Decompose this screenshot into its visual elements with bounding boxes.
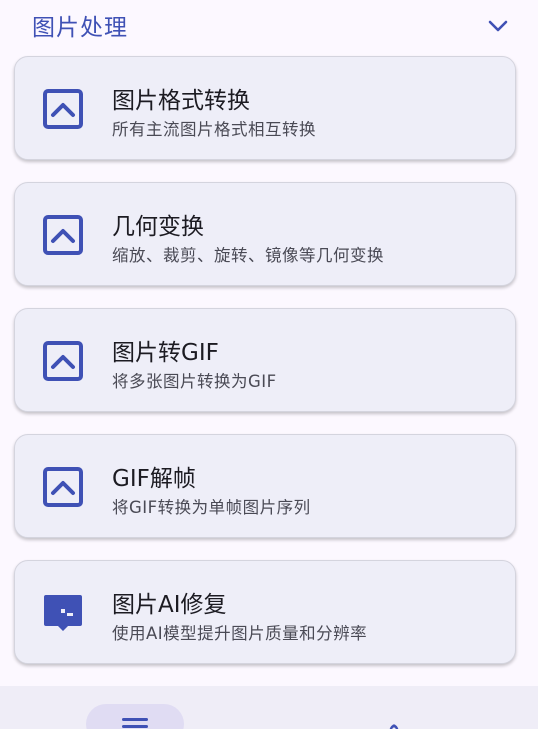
card-description: 使用AI模型提升图片质量和分辨率 [112,624,368,643]
card-gif-frame-extract[interactable]: GIF解帧 将GIF转换为单帧图片序列 [14,434,516,538]
chat-bubble-icon [41,591,85,635]
card-images-to-gif[interactable]: 图片转GIF 将多张图片转换为GIF [14,308,516,412]
card-description: 将GIF转换为单帧图片序列 [112,498,311,517]
collapse-toggle-button[interactable] [482,12,514,40]
section-header[interactable]: 图片处理 [0,0,538,48]
card-title: 图片AI修复 [112,592,227,618]
card-description: 将多张图片转换为GIF [112,372,277,391]
card-geometric-transform[interactable]: 几何变换 缩放、裁剪、旋转、镜像等几何变换 [14,182,516,286]
settings-icon [389,724,399,729]
nav-item-settings[interactable] [380,720,408,729]
bottom-navigation [0,686,538,729]
page: 图片处理 图片格式转换 所有主流图片格式相互转换 几何变换 缩放、裁剪、旋转、镜… [0,0,538,729]
chevron-down-icon [488,20,508,32]
image-icon [41,339,85,383]
card-description: 缩放、裁剪、旋转、镜像等几何变换 [112,246,384,265]
section-title: 图片处理 [32,15,128,41]
menu-icon [122,718,148,728]
card-title: 几何变换 [112,214,204,240]
image-icon [41,465,85,509]
image-icon [41,213,85,257]
image-icon [41,87,85,131]
card-title: 图片转GIF [112,340,219,366]
card-description: 所有主流图片格式相互转换 [112,120,316,139]
card-title: GIF解帧 [112,466,196,492]
card-image-format-convert[interactable]: 图片格式转换 所有主流图片格式相互转换 [14,56,516,160]
card-image-ai-repair[interactable]: 图片AI修复 使用AI模型提升图片质量和分辨率 [14,560,516,664]
card-title: 图片格式转换 [112,88,250,114]
